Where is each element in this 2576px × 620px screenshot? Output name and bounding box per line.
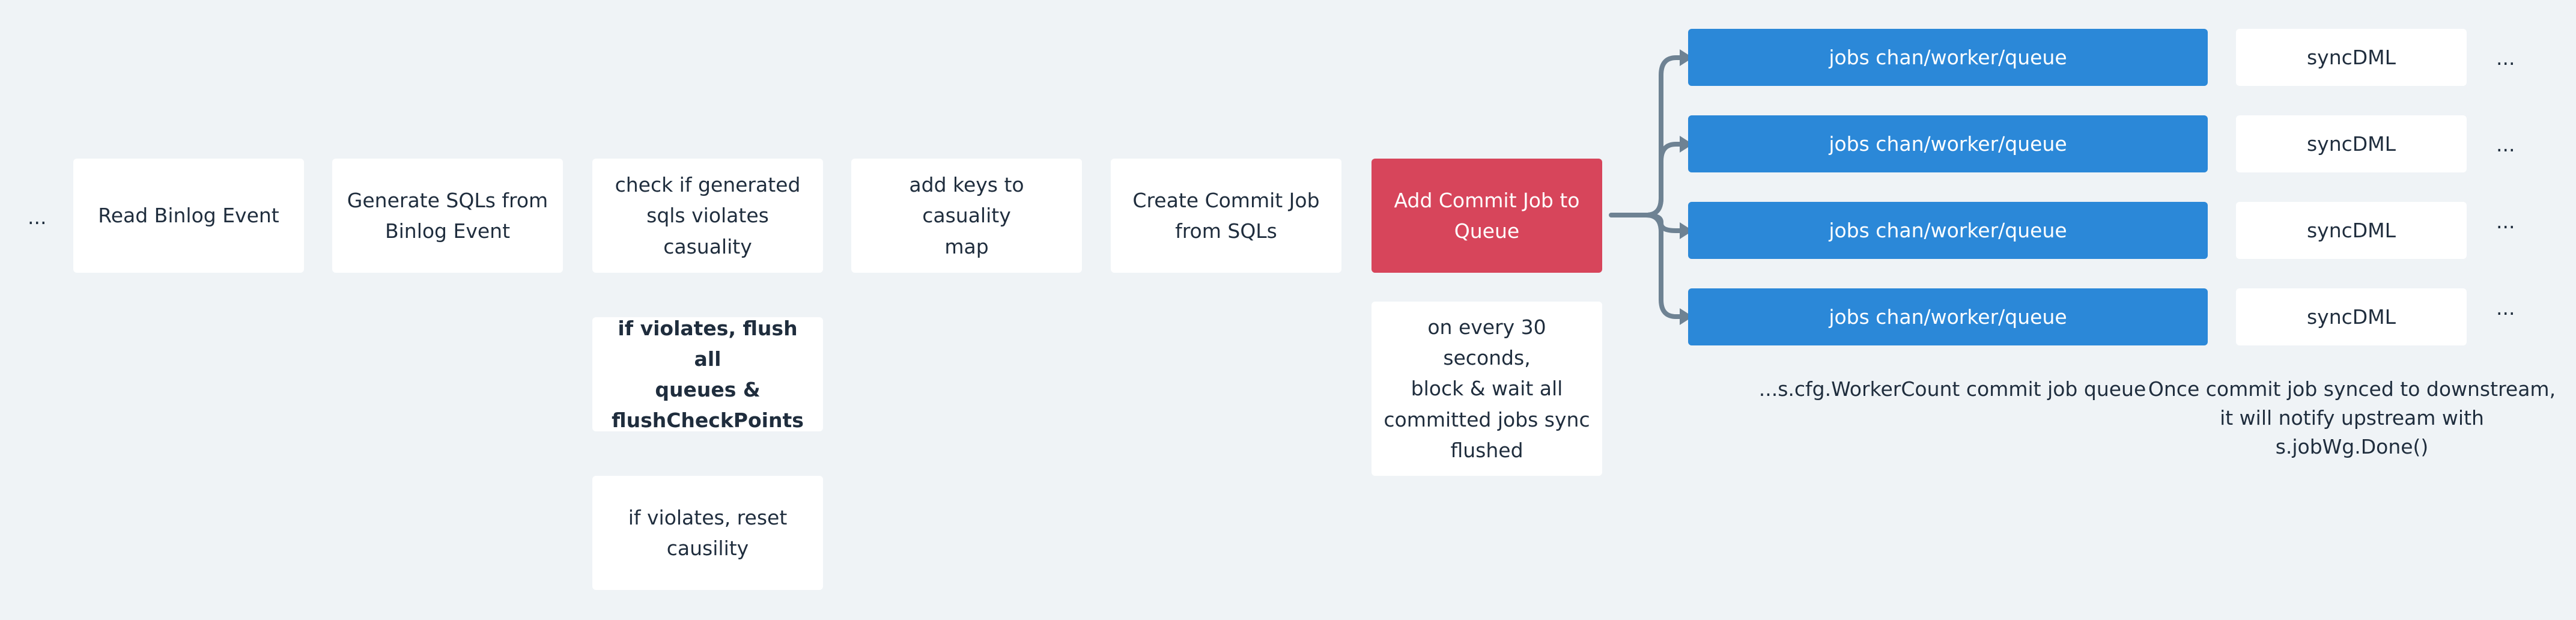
sync-dml-1-label: syncDML — [2306, 45, 2396, 69]
sync-dml-3[interactable]: syncDML — [2236, 202, 2467, 259]
connector-branch-2 — [1644, 142, 1683, 217]
sync-dml-4[interactable]: syncDML — [2236, 288, 2467, 345]
queue-1-ellipsis: ... — [2496, 46, 2515, 70]
job-queue-1-label: jobs chan/worker/queue — [1829, 45, 2067, 69]
sync-dml-2-label: syncDML — [2306, 132, 2396, 156]
queue-3-ellipsis: ... — [2496, 210, 2515, 233]
sync-dml-3-label: syncDML — [2306, 218, 2396, 242]
job-queue-4-label: jobs chan/worker/queue — [1829, 305, 2067, 329]
worker-count-caption: ...s.cfg.WorkerCount commit job queue — [1758, 377, 2146, 401]
job-queue-2-label: jobs chan/worker/queue — [1829, 132, 2067, 156]
sync-dml-4-label: syncDML — [2306, 305, 2396, 329]
job-queue-2[interactable]: jobs chan/worker/queue — [1688, 115, 2208, 172]
job-queue-3[interactable]: jobs chan/worker/queue — [1688, 202, 2208, 259]
job-queue-3-label: jobs chan/worker/queue — [1829, 218, 2067, 242]
job-queue-4[interactable]: jobs chan/worker/queue — [1688, 288, 2208, 345]
notify-upstream-caption: Once commit job synced to downstream, it… — [2148, 377, 2556, 458]
sync-dml-2[interactable]: syncDML — [2236, 115, 2467, 172]
job-queue-1[interactable]: jobs chan/worker/queue — [1688, 29, 2208, 86]
queue-4-ellipsis: ... — [2496, 296, 2515, 320]
queue-2-ellipsis: ... — [2496, 133, 2515, 156]
sync-dml-1[interactable]: syncDML — [2236, 29, 2467, 86]
